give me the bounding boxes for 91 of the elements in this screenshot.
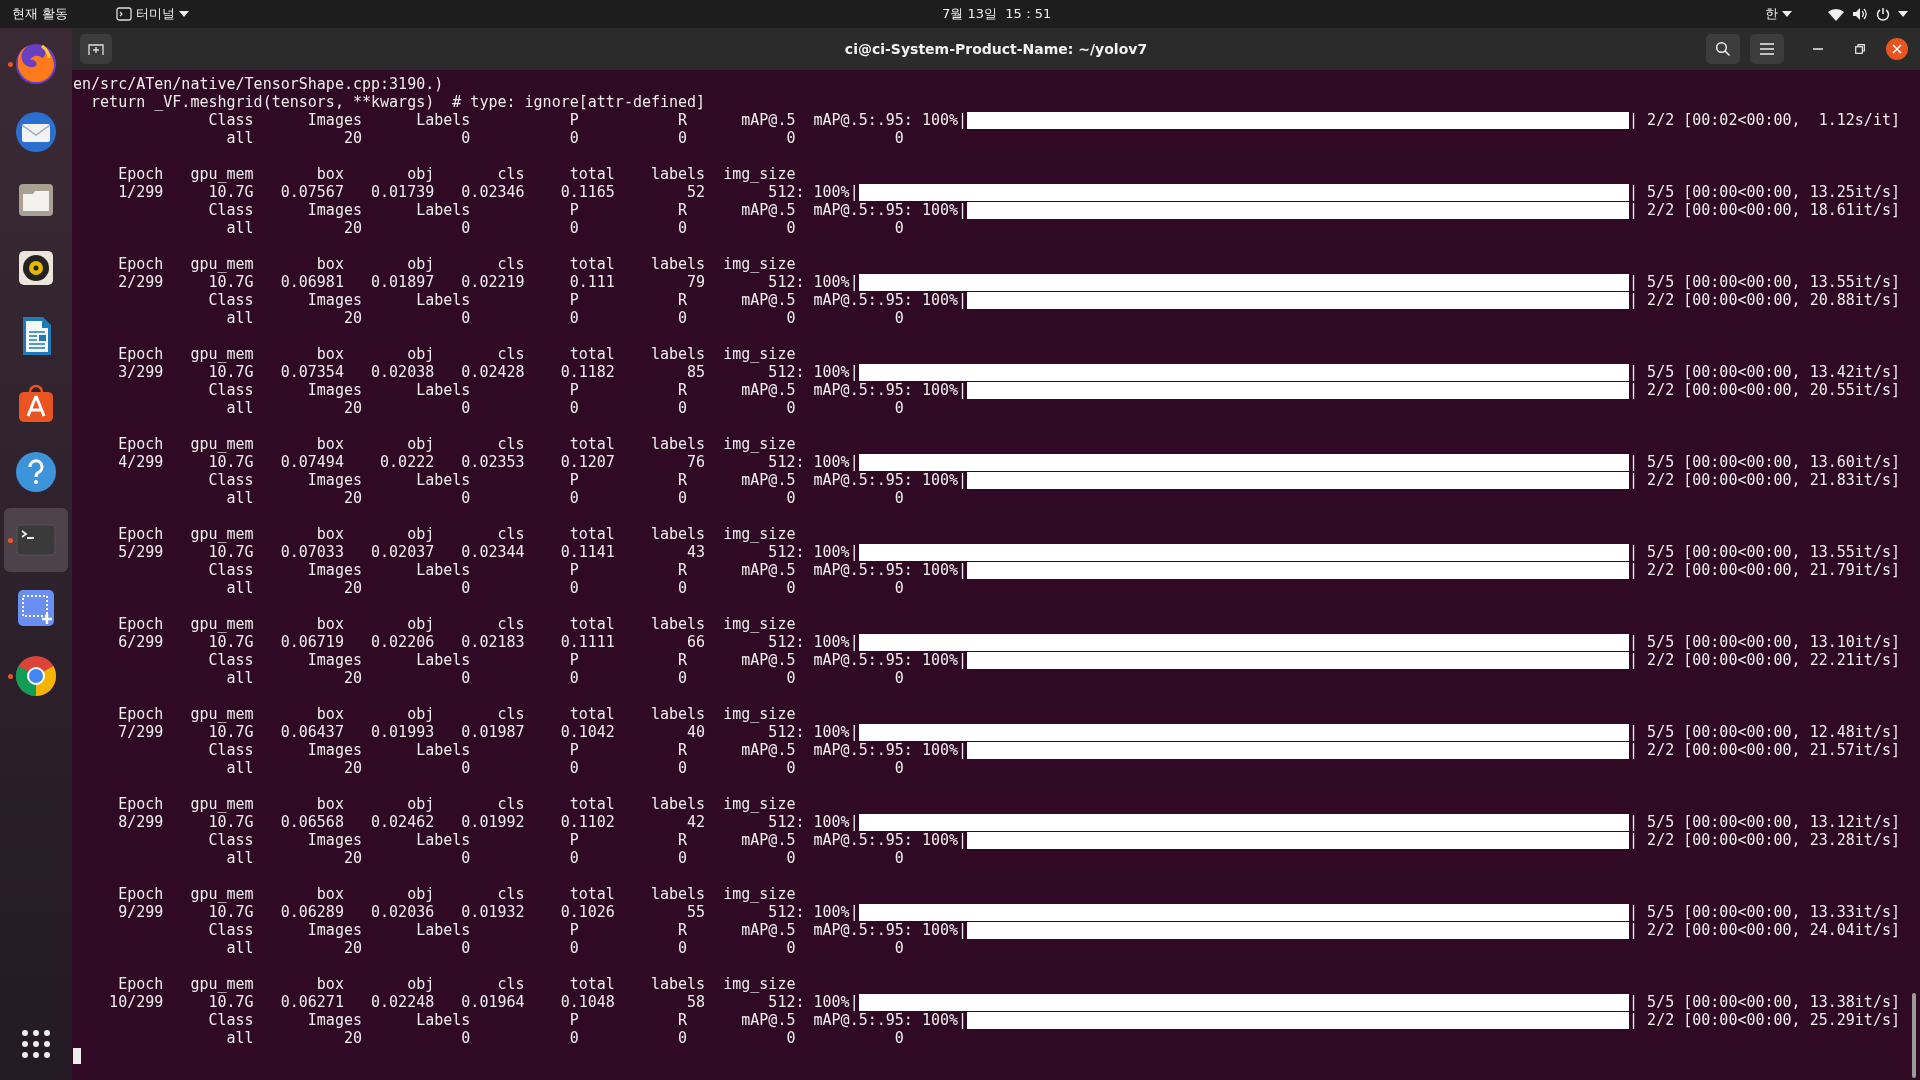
menu-icon	[1760, 43, 1774, 55]
menu-button[interactable]	[1750, 34, 1784, 64]
terminal-line: Class Images Labels P R mAP@.5 mAP@.5:.95: 100%|	[207, 471, 968, 489]
terminal-line: all 20 0 0 0 0 0	[225, 129, 904, 147]
restore-icon	[1855, 44, 1865, 54]
terminal-line: en/src/ATen/native/TensorShape.cpp:3190.)	[73, 75, 444, 93]
terminal-line: all 20 0 0 0 0 0	[225, 399, 904, 417]
terminal-line: return _VF.meshgrid(tensors, **kwargs) # type: ignore[attr-defined]	[90, 93, 706, 111]
terminal-line: Epoch gpu_mem box obj cls total labels img_size	[117, 795, 796, 813]
terminal-line: 6/299 10.7G 0.06719 0.02206 0.02183 0.1111 66 512: 100%|	[117, 633, 859, 651]
progress-stats: | 5/5 [00:00<00:00, 13.42it/s]	[1629, 363, 1900, 381]
progress-stats: | 5/5 [00:00<00:00, 13.38it/s]	[1629, 993, 1900, 1011]
terminal-line: Epoch gpu_mem box obj cls total labels img_size	[117, 525, 796, 543]
volume-icon	[1852, 7, 1868, 21]
terminal-line: 2/299 10.7G 0.06981 0.01897 0.02219 0.111 79 512: 100%|	[117, 273, 859, 291]
progress-stats: | 2/2 [00:00<00:00, 23.28it/s]	[1629, 831, 1900, 849]
search-icon	[1715, 41, 1731, 57]
progress-stats: | 2/2 [00:00<00:00, 18.61it/s]	[1629, 201, 1900, 219]
progress-stats: | 5/5 [00:00<00:00, 13.12it/s]	[1629, 813, 1900, 831]
terminal-line: Epoch gpu_mem box obj cls total labels img_size	[117, 165, 796, 183]
terminal-line: Epoch gpu_mem box obj cls total labels img_size	[117, 705, 796, 723]
close-button[interactable]	[1886, 38, 1908, 60]
text-cursor	[73, 1048, 81, 1064]
close-icon	[1892, 44, 1902, 54]
terminal-line: 3/299 10.7G 0.07354 0.02038 0.02428 0.1182 85 512: 100%|	[117, 363, 859, 381]
window-title: ci@ci-System-Product-Name: ~/yolov7	[844, 39, 1148, 59]
terminal-line: 1/299 10.7G 0.07567 0.01739 0.02346 0.1165 52 512: 100%|	[117, 183, 859, 201]
terminal-line: Epoch gpu_mem box obj cls total labels img_size	[117, 975, 796, 993]
terminal-line: all 20 0 0 0 0 0	[225, 669, 904, 687]
terminal-line: Class Images Labels P R mAP@.5 mAP@.5:.95: 100%|	[207, 381, 968, 399]
progress-stats: | 2/2 [00:02<00:00, 1.12s/it]	[1629, 111, 1900, 129]
system-menu[interactable]	[1828, 7, 1908, 21]
caret-icon	[1898, 11, 1908, 17]
progress-stats: | 5/5 [00:00<00:00, 13.10it/s]	[1629, 633, 1900, 651]
terminal-line: all 20 0 0 0 0 0	[225, 579, 904, 597]
terminal-line: Class Images Labels P R mAP@.5 mAP@.5:.95: 100%|	[207, 291, 968, 309]
progress-stats: | 2/2 [00:00<00:00, 20.88it/s]	[1629, 291, 1900, 309]
terminal-line: all 20 0 0 0 0 0	[225, 489, 904, 507]
terminal-line: 9/299 10.7G 0.06289 0.02036 0.01932 0.1026 55 512: 100%|	[117, 903, 859, 921]
terminal-line: Class Images Labels P R mAP@.5 mAP@.5:.95: 100%|	[207, 201, 968, 219]
terminal-line: Class Images Labels P R mAP@.5 mAP@.5:.95: 100%|	[207, 111, 968, 129]
search-button[interactable]	[1706, 34, 1740, 64]
progress-stats: | 5/5 [00:00<00:00, 13.60it/s]	[1629, 453, 1900, 471]
terminal-line: Class Images Labels P R mAP@.5 mAP@.5:.95: 100%|	[207, 1011, 968, 1029]
caret-icon	[179, 11, 190, 17]
terminal-line: Epoch gpu_mem box obj cls total labels img_size	[117, 885, 796, 903]
terminal-line: 8/299 10.7G 0.06568 0.02462 0.01992 0.1102 42 512: 100%|	[117, 813, 859, 831]
terminal-line: Class Images Labels P R mAP@.5 mAP@.5:.95: 100%|	[207, 651, 968, 669]
terminal-line: Class Images Labels P R mAP@.5 mAP@.5:.95: 100%|	[207, 921, 968, 939]
progress-stats: | 2/2 [00:00<00:00, 20.55it/s]	[1629, 381, 1900, 399]
new-tab-button[interactable]	[80, 34, 112, 64]
progress-stats: | 5/5 [00:00<00:00, 13.33it/s]	[1629, 903, 1900, 921]
terminal-line: 5/299 10.7G 0.07033 0.02037 0.02344 0.1141 43 512: 100%|	[117, 543, 859, 561]
terminal-line: Epoch gpu_mem box obj cls total labels img_size	[117, 435, 796, 453]
activities-button[interactable]: 현재 활동	[12, 4, 69, 24]
progress-stats: | 5/5 [00:00<00:00, 13.25it/s]	[1629, 183, 1900, 201]
caret-icon	[1782, 11, 1792, 17]
terminal-line: all 20 0 0 0 0 0	[225, 759, 904, 777]
terminal-line: Class Images Labels P R mAP@.5 mAP@.5:.95: 100%|	[207, 831, 968, 849]
terminal-line: all 20 0 0 0 0 0	[225, 309, 904, 327]
progress-stats: | 5/5 [00:00<00:00, 13.55it/s]	[1629, 273, 1900, 291]
progress-stats: | 2/2 [00:00<00:00, 25.29it/s]	[1629, 1011, 1900, 1029]
terminal-line: Class Images Labels P R mAP@.5 mAP@.5:.95: 100%|	[207, 561, 968, 579]
progress-stats: | 5/5 [00:00<00:00, 12.48it/s]	[1629, 723, 1900, 741]
progress-stats: | 2/2 [00:00<00:00, 21.57it/s]	[1629, 741, 1900, 759]
app-menu[interactable]: 터미널	[116, 4, 190, 24]
input-method-menu[interactable]: 한	[1765, 4, 1792, 24]
terminal-line: all 20 0 0 0 0 0	[225, 849, 904, 867]
progress-stats: | 5/5 [00:00<00:00, 13.55it/s]	[1629, 543, 1900, 561]
new-tab-icon	[88, 42, 104, 56]
terminal-line: Epoch gpu_mem box obj cls total labels img_size	[117, 615, 796, 633]
terminal-line: Epoch gpu_mem box obj cls total labels img_size	[117, 255, 796, 273]
terminal-line: Class Images Labels P R mAP@.5 mAP@.5:.95: 100%|	[207, 741, 968, 759]
power-icon	[1876, 7, 1890, 21]
terminal-line: all 20 0 0 0 0 0	[225, 1029, 904, 1047]
wifi-icon	[1828, 7, 1844, 21]
progress-stats: | 2/2 [00:00<00:00, 24.04it/s]	[1629, 921, 1900, 939]
terminal-line: all 20 0 0 0 0 0	[225, 219, 904, 237]
terminal-line: 4/299 10.7G 0.07494 0.0222 0.02353 0.1207 76 512: 100%|	[117, 453, 859, 471]
progress-stats: | 2/2 [00:00<00:00, 21.83it/s]	[1629, 471, 1900, 489]
terminal-line: all 20 0 0 0 0 0	[225, 939, 904, 957]
terminal-icon	[116, 7, 133, 21]
progress-stats: | 2/2 [00:00<00:00, 21.79it/s]	[1629, 561, 1900, 579]
grid-icon	[20, 1028, 52, 1060]
clock[interactable]: 7월 13일 15：51	[942, 4, 1052, 24]
scrollbar[interactable]	[1912, 993, 1916, 1078]
minimize-icon	[1813, 48, 1823, 50]
terminal-line: Epoch gpu_mem box obj cls total labels img_size	[117, 345, 796, 363]
terminal-line: 10/299 10.7G 0.06271 0.02248 0.01964 0.1048 58 512: 100%|	[108, 993, 859, 1011]
terminal-line: 7/299 10.7G 0.06437 0.01993 0.01987 0.1042 40 512: 100%|	[117, 723, 859, 741]
progress-stats: | 2/2 [00:00<00:00, 22.21it/s]	[1629, 651, 1900, 669]
